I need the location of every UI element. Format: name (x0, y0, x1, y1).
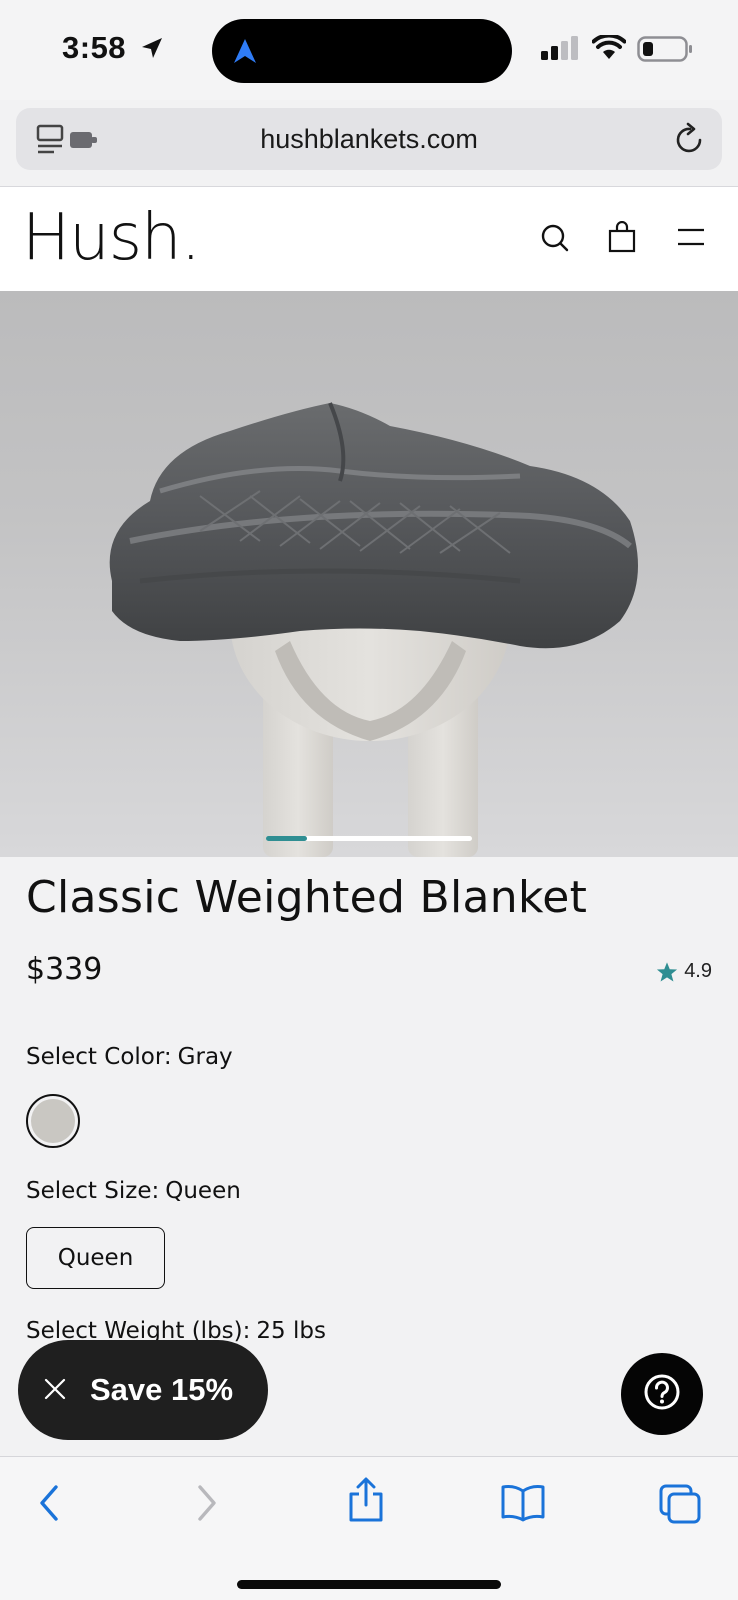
save-discount-pill[interactable]: Save 15% (18, 1340, 268, 1440)
bookmarks-icon[interactable] (500, 1483, 546, 1528)
wifi-icon (591, 33, 627, 66)
color-label-value: Gray (177, 1044, 233, 1070)
battery-icon (637, 36, 693, 67)
color-swatch-fill (31, 1099, 75, 1143)
close-icon[interactable] (44, 1378, 66, 1405)
site-header: Hush. (0, 187, 738, 291)
menu-icon[interactable] (677, 227, 705, 252)
color-selector-label: Select Color: Gray (26, 1044, 233, 1070)
browser-toolbar (0, 1457, 738, 1600)
product-rating[interactable]: 4.9 (656, 960, 712, 983)
save-discount-label[interactable]: Save 15% (90, 1372, 233, 1408)
address-bar[interactable]: hushblankets.com (16, 108, 722, 170)
status-time: 3:58 (62, 30, 127, 65)
signal-icon (541, 36, 581, 65)
share-icon[interactable] (346, 1477, 386, 1528)
status-bar: 3:58 (0, 0, 738, 100)
size-selector-label: Select Size: Queen (26, 1178, 241, 1204)
product-title: Classic Weighted Blanket (26, 872, 588, 923)
blanket-on-sculpture-image (109, 402, 638, 857)
bag-icon[interactable] (608, 220, 636, 258)
size-label-value: Queen (165, 1178, 241, 1204)
navigation-arrow-icon (232, 37, 258, 70)
carousel-progress[interactable] (266, 836, 472, 841)
location-arrow-icon (140, 36, 164, 65)
dynamic-island (212, 19, 512, 83)
rating-value: 4.9 (684, 960, 712, 982)
help-button[interactable] (621, 1353, 703, 1435)
forward-icon[interactable] (192, 1483, 222, 1528)
product-price: $339 (26, 952, 103, 987)
color-label-text: Select Color: (26, 1044, 172, 1070)
search-icon[interactable] (540, 223, 570, 258)
size-option-queen[interactable]: Queen (26, 1227, 165, 1289)
carousel-progress-fill (266, 836, 308, 841)
home-indicator (237, 1580, 501, 1589)
color-swatch-gray[interactable] (26, 1094, 80, 1148)
weight-label-value: 25 lbs (256, 1318, 326, 1344)
star-icon (656, 961, 678, 983)
back-icon[interactable] (34, 1483, 64, 1528)
reload-icon[interactable] (674, 122, 706, 161)
url-text[interactable]: hushblankets.com (16, 124, 722, 155)
question-mark-icon (643, 1373, 681, 1416)
product-image[interactable] (0, 291, 738, 857)
tabs-icon[interactable] (658, 1483, 702, 1530)
size-label-text: Select Size: (26, 1178, 160, 1204)
site-logo[interactable]: Hush. (22, 201, 201, 275)
